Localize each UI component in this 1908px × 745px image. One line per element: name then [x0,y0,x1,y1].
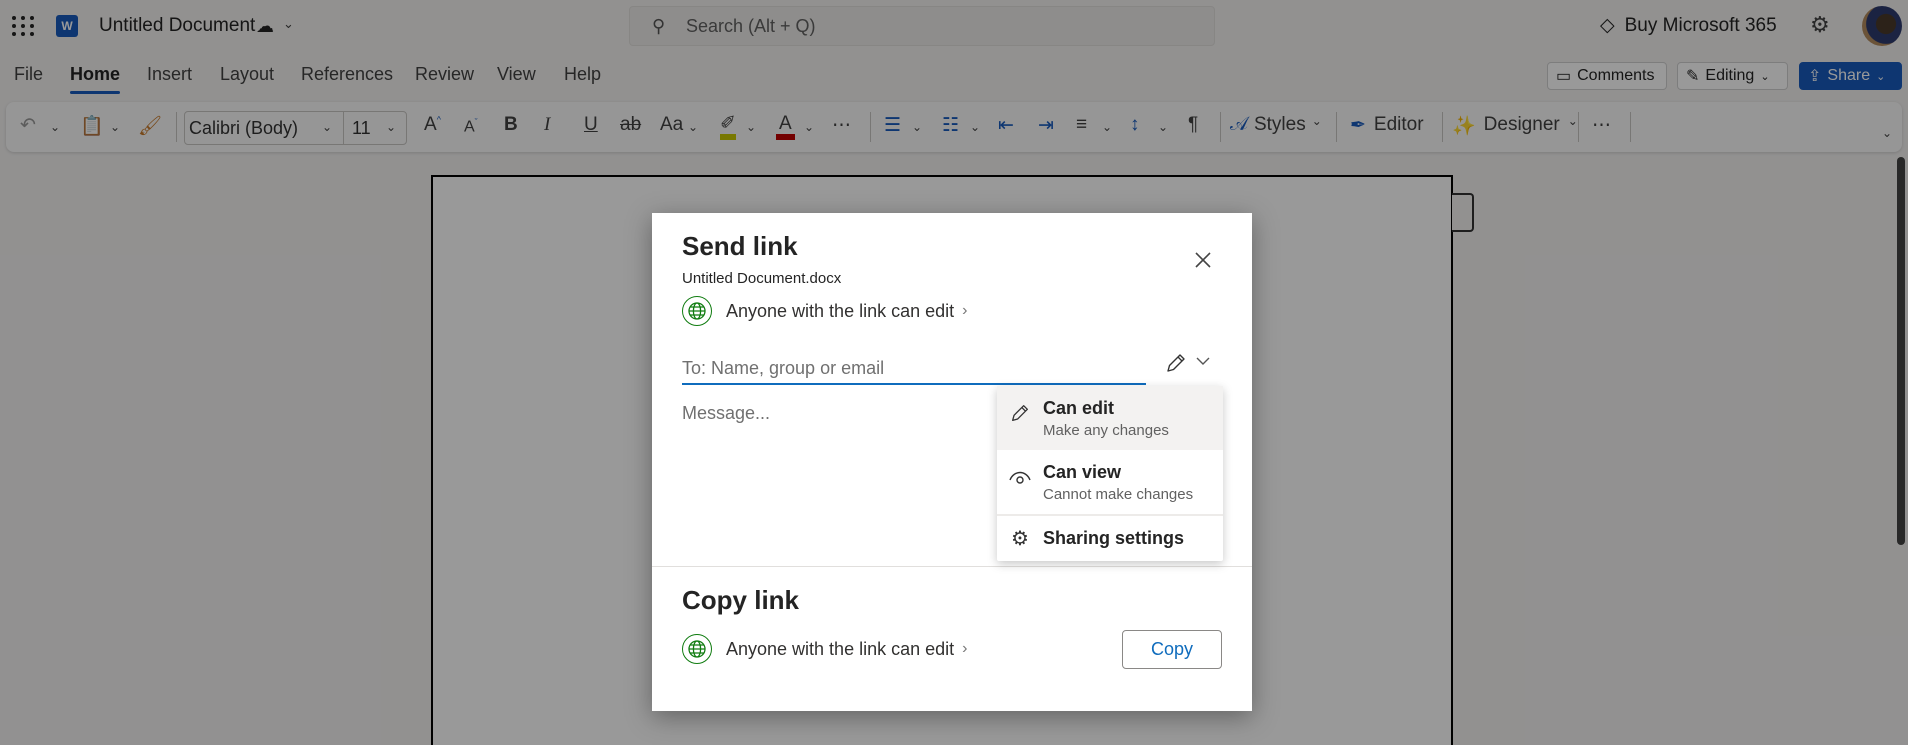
menu-item-label: Can view [1043,462,1122,482]
link-permission-selector[interactable]: Anyone with the link can edit › [682,296,967,326]
menu-item-description: Cannot make changes [1043,486,1194,503]
menu-item-description: Make any changes [1043,422,1169,439]
menu-item-sharing-settings[interactable]: ⚙ Sharing settings [997,516,1223,561]
permission-pencil-button[interactable] [1164,351,1190,377]
pencil-icon [997,398,1043,450]
globe-icon [682,296,712,326]
close-button[interactable] [1188,245,1218,275]
menu-item-can-view[interactable]: Can view Cannot make changes [997,450,1223,514]
dialog-filename: Untitled Document.docx [682,270,842,287]
menu-item-can-edit[interactable]: Can edit Make any changes [997,386,1223,450]
copy-link-permission-selector[interactable]: Anyone with the link can edit › [682,634,967,664]
message-input[interactable] [682,403,1002,543]
globe-icon [682,634,712,664]
permission-dropdown-menu: Can edit Make any changes Can view Canno… [997,386,1223,561]
copy-button[interactable]: Copy [1122,630,1222,669]
copy-link-title: Copy link [682,585,800,615]
permission-text: Anyone with the link can edit [726,300,955,321]
chevron-right-icon: › [962,302,968,319]
menu-item-label: Sharing settings [1043,528,1185,548]
section-divider [652,566,1252,567]
dialog-title: Send link [682,231,798,261]
close-icon [1195,252,1211,268]
recipient-input[interactable] [682,353,1146,385]
pencil-icon [1167,354,1185,372]
chevron-right-icon: › [962,640,968,657]
eye-icon [997,462,1043,514]
copy-permission-text: Anyone with the link can edit [726,638,955,659]
gear-icon: ⚙ [1011,528,1029,550]
permission-chevron-down-icon[interactable] [1196,353,1210,369]
menu-item-label: Can edit [1043,398,1115,418]
